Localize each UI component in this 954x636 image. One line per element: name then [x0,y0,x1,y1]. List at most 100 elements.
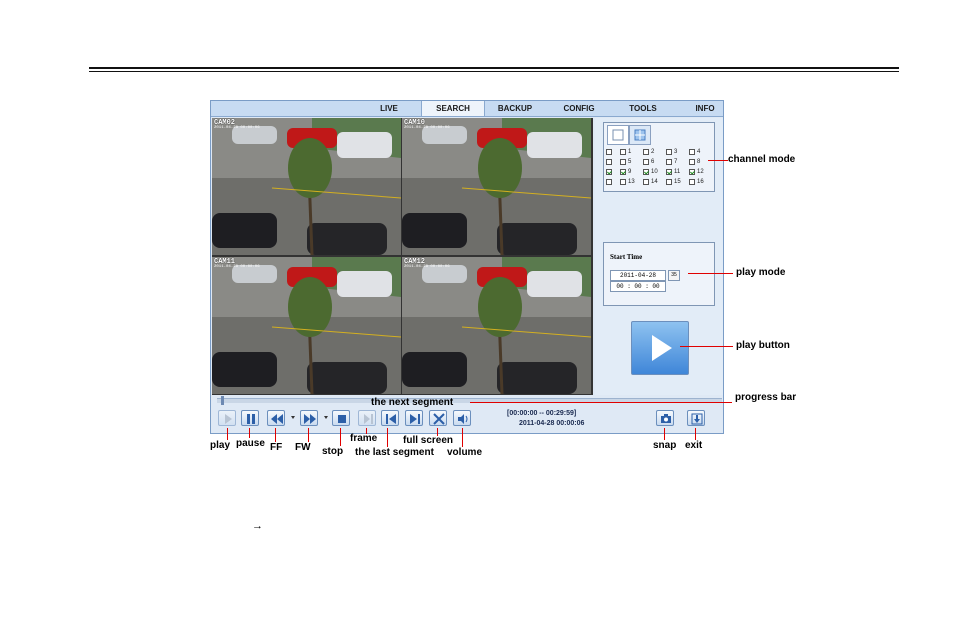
quad-view-button[interactable] [629,125,651,145]
next-segment-button[interactable] [405,410,423,426]
tab-tools[interactable]: TOOLS [621,101,665,116]
channel-checkbox[interactable]: 7 [666,157,689,167]
camera-timestamp: 2011-04-28 00:00:06 [214,126,260,130]
tab-info[interactable]: INFO [687,101,723,116]
volume-button[interactable] [453,410,471,426]
checkbox[interactable] [666,179,672,185]
checkbox[interactable] [666,169,672,175]
channel-checkbox[interactable]: 3 [666,147,689,157]
full-screen-button[interactable] [429,410,447,426]
checkbox[interactable] [689,149,695,155]
checkbox[interactable] [620,169,626,175]
checkbox[interactable] [689,169,695,175]
stop-button[interactable] [332,410,350,426]
checkbox[interactable] [606,149,612,155]
quad-view-icon [634,129,646,141]
checkbox[interactable] [606,169,612,175]
channel-row-select-checkbox[interactable] [606,157,620,167]
last-segment-annotation: the last segment [355,447,434,458]
last-segment-button[interactable] [381,410,399,426]
channel-row: 5 6 7 8 [606,157,712,167]
play-mode-panel: Start Time 2011-04-28 35 00 : 00 : 00 [603,242,715,306]
channel-number: 13 [628,179,635,185]
channel-checkbox[interactable]: 6 [643,157,666,167]
checkbox[interactable] [643,149,649,155]
channel-checkbox[interactable]: 12 [689,167,712,177]
chevron-down-icon[interactable] [324,416,328,419]
pause-button[interactable] [241,410,259,426]
checkbox[interactable] [643,159,649,165]
exit-button[interactable] [687,410,705,426]
channel-mode-annotation: channel mode [728,154,796,165]
camera-view[interactable]: CAM11 2011-04-28 00:00:06 [212,257,401,394]
snap-button[interactable] [656,410,674,426]
fast-rewind-button[interactable] [267,410,285,426]
checkbox[interactable] [643,179,649,185]
channel-checkbox[interactable]: 1 [620,147,643,157]
channel-checkbox[interactable]: 13 [620,177,643,187]
channel-checkbox[interactable]: 2 [643,147,666,157]
channel-number: 6 [651,159,655,165]
channel-checkbox[interactable]: 9 [620,167,643,177]
header-rule-thin [89,71,899,72]
exit-annotation: exit [685,440,703,451]
callout-line [470,402,732,403]
checkbox[interactable] [643,169,649,175]
camera-view[interactable]: CAM12 2011-04-28 00:00:06 [402,257,591,394]
channel-number: 1 [628,149,632,155]
fast-forward-button[interactable] [300,410,318,426]
tab-live[interactable]: LIVE [369,101,409,116]
channel-checkbox[interactable]: 5 [620,157,643,167]
channel-number: 10 [651,169,658,175]
next-segment-annotation: the next segment [371,397,454,408]
single-view-button[interactable] [607,125,629,145]
camera-view[interactable]: CAM02 2011-04-28 00:00:06 [212,118,401,255]
checkbox[interactable] [606,159,612,165]
checkbox[interactable] [666,149,672,155]
frame-button[interactable] [358,410,376,426]
checkbox[interactable] [666,159,672,165]
progress-handle[interactable] [221,396,224,405]
tab-config[interactable]: CONFIG [557,101,601,116]
checkbox[interactable] [620,149,626,155]
play-icon [225,414,232,424]
channel-checkbox[interactable]: 16 [689,177,712,187]
channel-checkbox[interactable]: 11 [666,167,689,177]
tab-backup[interactable]: BACKUP [493,101,537,116]
play-button[interactable] [631,321,689,375]
channel-row-select-checkbox[interactable] [606,167,620,177]
channel-checkbox-grid: 1 2 3 4 5 6 7 8 9 10 11 12 13 14 15 16 [606,147,712,187]
frame-annotation: frame [350,433,378,444]
camera-timestamp: 2011-04-28 00:00:06 [404,265,450,269]
start-time-field[interactable]: 00 : 00 : 00 [610,281,666,292]
callout-line [308,428,309,442]
callout-line [387,428,388,447]
channel-checkbox[interactable]: 14 [643,177,666,187]
channel-row-select-checkbox[interactable] [606,147,620,157]
checkbox[interactable] [606,179,612,185]
calendar-button[interactable]: 35 [668,270,680,281]
video-grid[interactable]: CAM02 2011-04-28 00:00:06 CAM10 2011-04-… [212,118,593,395]
channel-checkbox[interactable]: 4 [689,147,712,157]
channel-checkbox[interactable]: 10 [643,167,666,177]
segment-time-range: [00:00:00 -- 00:29:59] [507,410,577,417]
callout-line [340,428,341,446]
stop-icon [338,415,346,423]
play-mode-annotation: play mode [736,267,786,278]
channel-number: 14 [651,179,658,185]
volume-annotation: volume [447,447,483,458]
chevron-down-icon[interactable] [291,416,295,419]
channel-checkbox[interactable]: 8 [689,157,712,167]
start-date-field[interactable]: 2011-04-28 [610,270,666,281]
checkbox[interactable] [689,159,695,165]
checkbox[interactable] [620,159,626,165]
checkbox[interactable] [620,179,626,185]
tab-search[interactable]: SEARCH [421,101,485,116]
callout-line [708,160,728,161]
channel-row-select-checkbox[interactable] [606,177,620,187]
camera-timestamp: 2011-04-28 00:00:06 [214,265,260,269]
play-control-button[interactable] [218,410,236,426]
channel-checkbox[interactable]: 15 [666,177,689,187]
checkbox[interactable] [689,179,695,185]
camera-view[interactable]: CAM10 2011-04-28 00:00:06 [402,118,591,255]
